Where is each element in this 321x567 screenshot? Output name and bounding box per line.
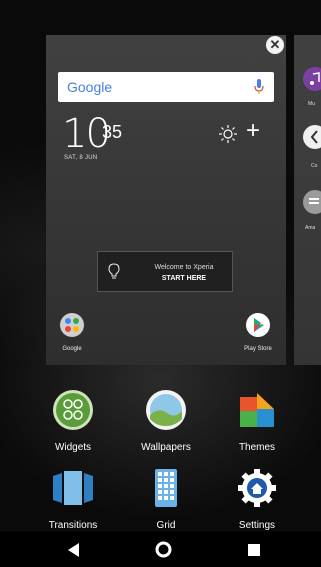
transitions-icon [53, 471, 93, 505]
clock-minutes[interactable]: 35 [102, 123, 122, 141]
themes-label: Themes [238, 442, 276, 453]
google-logo-text: Google [67, 79, 113, 95]
settings-option[interactable]: Settings [217, 467, 297, 531]
contacts-label: Co [311, 163, 318, 169]
google-folder-label: Google [62, 346, 82, 352]
wallpapers-icon [146, 390, 186, 430]
back-icon[interactable] [68, 543, 80, 557]
widgets-icon [53, 390, 93, 430]
amazon-icon [303, 190, 321, 214]
wallpapers-option[interactable]: Wallpapers [126, 389, 206, 453]
weather-sun-icon[interactable] [218, 124, 238, 144]
grid-icon [155, 469, 177, 507]
transitions-option[interactable]: Transitions [33, 467, 113, 531]
grid-option[interactable]: Grid [126, 467, 206, 531]
wallpapers-label: Wallpapers [141, 442, 191, 453]
google-folder[interactable]: Google [52, 313, 92, 352]
add-weather-icon[interactable]: + [246, 119, 260, 143]
lightbulb-icon [108, 263, 120, 279]
settings-icon [238, 469, 276, 507]
close-icon[interactable]: ✕ [266, 36, 284, 54]
amazon-label: Ama [305, 225, 316, 231]
transitions-label: Transitions [48, 520, 98, 531]
play-store-icon [246, 313, 270, 337]
google-search-bar[interactable]: Google [58, 72, 274, 102]
themes-icon [240, 393, 274, 427]
contacts-icon [303, 125, 321, 149]
grid-label: Grid [156, 520, 176, 531]
welcome-start-here: START HERE [161, 275, 207, 282]
settings-label: Settings [238, 520, 276, 531]
navigation-bar [0, 531, 321, 567]
welcome-title: Welcome to Xperia [154, 264, 214, 271]
themes-option[interactable]: Themes [217, 389, 297, 453]
widgets-option[interactable]: Widgets [33, 389, 113, 453]
clock-date: SAT, 8 JUN [64, 155, 98, 161]
home-icon[interactable] [155, 541, 172, 558]
google-folder-icon [60, 313, 84, 337]
widgets-label: Widgets [54, 442, 92, 453]
music-label: Mu [308, 101, 315, 107]
music-icon [303, 67, 321, 91]
play-store-label: Play Store [244, 346, 272, 352]
microphone-icon[interactable] [254, 79, 264, 95]
play-store-app[interactable]: Play Store [238, 313, 278, 352]
recents-icon[interactable] [248, 544, 260, 556]
welcome-to-xperia-card[interactable]: Welcome to Xperia START HERE [97, 251, 233, 292]
